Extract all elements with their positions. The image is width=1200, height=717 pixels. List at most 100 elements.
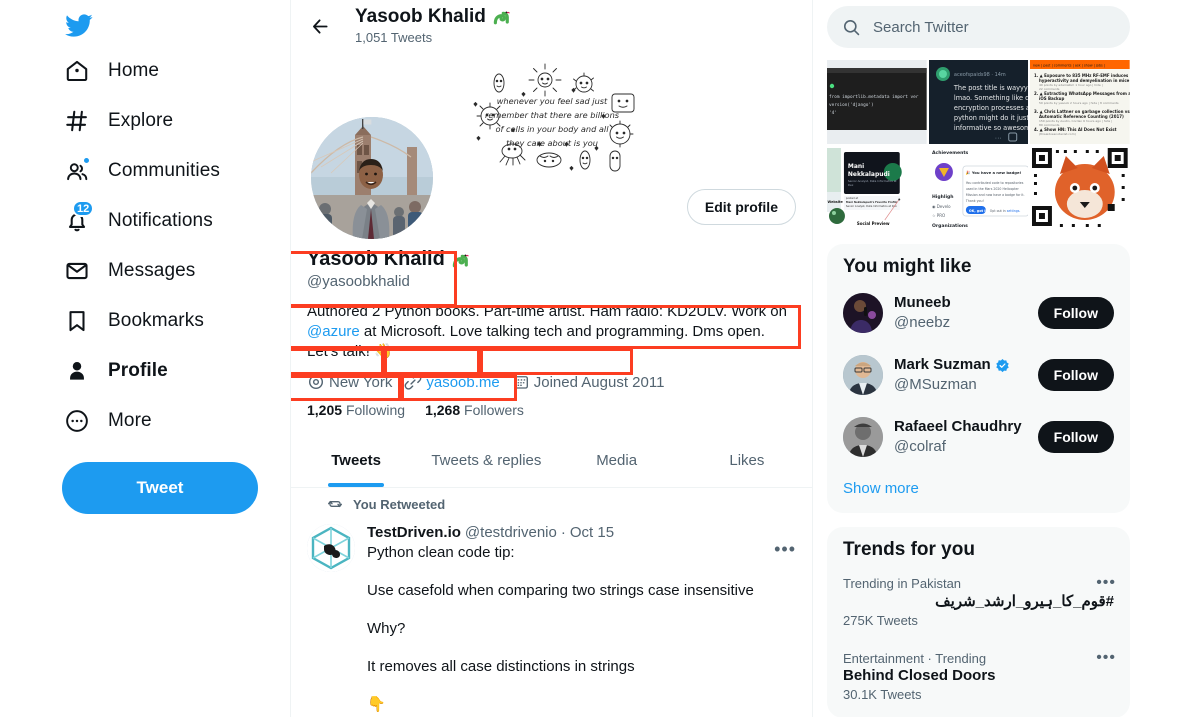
verified-badge-icon <box>995 358 1009 372</box>
profile-joined: Joined August 2011 <box>512 373 664 391</box>
tweet-line-2: Use casefold when comparing two strings … <box>367 582 754 599</box>
more-horizontal-icon[interactable]: ••• <box>774 540 796 558</box>
svg-text:80 comments: 80 comments <box>1039 123 1060 127</box>
svg-text:Mani Nekkalapudi's Favorite Pr: Mani Nekkalapudi's Favorite Profile <box>846 200 898 204</box>
suggested-user-name: Muneeb <box>894 293 951 311</box>
doodle-line-4: they care about is you <box>506 138 598 148</box>
svg-text:used in the Mars 2020 Helicopt: used in the Mars 2020 Helicopter <box>966 187 1020 191</box>
suggested-user-row[interactable]: Mark Suzman @MSuzman Follow <box>827 344 1130 406</box>
trend-category: Trending in Pakistan <box>843 576 962 591</box>
follow-button[interactable]: Follow <box>1037 359 1114 391</box>
doodle-line-2: remember that there are billions <box>484 110 619 120</box>
tweet-author-name[interactable]: TestDriven.io <box>367 524 461 541</box>
profile-meta: New York yasoob.me Joined August 2011 <box>307 373 796 391</box>
trend-name: Behind Closed Doors <box>843 667 996 684</box>
sidebar-item-home[interactable]: Home <box>60 46 290 96</box>
avatar[interactable] <box>307 113 437 243</box>
tweet-body: TestDriven.io @testdrivenio · Oct 15 Pyt… <box>367 524 796 717</box>
banner-doodle: whenever you feel sad just remember that… <box>472 63 634 172</box>
right-sidebar: from importlib.metadata import ver versi… <box>813 0 1177 717</box>
svg-text:Thank you!: Thank you! <box>965 199 984 203</box>
trend-item[interactable]: Trending in Pakistan #قوم_کا_ہیرو_ارشد_ش… <box>827 565 1130 640</box>
waving-hand-emoji: 👋 <box>374 343 393 360</box>
avatar[interactable] <box>843 417 883 457</box>
avatar[interactable] <box>843 293 883 333</box>
hashtag-icon <box>64 108 90 134</box>
profile-tabs: Tweets Tweets & replies Media Likes <box>291 434 812 488</box>
profile-name-text: Yasoob Khalid <box>307 248 445 270</box>
followers-count: 1,268 <box>425 402 461 418</box>
sidebar-item-explore[interactable]: Explore <box>60 96 290 146</box>
media-tile-terminal-code[interactable]: from importlib.metadata import ver versi… <box>827 60 927 144</box>
media-tile-qr-fox-art[interactable] <box>1030 146 1130 230</box>
followers-stat[interactable]: 1,268 Followers <box>425 402 524 418</box>
you-might-like-title: You might like <box>843 256 972 277</box>
search-input[interactable] <box>873 18 1115 36</box>
bio-mention-link[interactable]: @azure <box>307 323 360 340</box>
tab-tweets[interactable]: Tweets <box>291 434 421 487</box>
tweet-button[interactable]: Tweet <box>62 462 258 514</box>
twitter-bird-icon[interactable] <box>60 4 108 46</box>
edit-profile-button[interactable]: Edit profile <box>686 189 796 225</box>
profile-display-name: Yasoob Khalid <box>307 247 796 272</box>
notifications-badge: 12 <box>72 200 95 217</box>
trends-card: Trends for you Trending in Pakistan #قوم… <box>827 527 1130 717</box>
svg-text:Achievements: Achievements <box>932 150 969 156</box>
svg-text:Highligh: Highligh <box>932 194 954 200</box>
media-tile-hacker-news[interactable]: new | past | comments | ask | show | job… <box>1030 60 1130 144</box>
more-horizontal-icon[interactable]: ••• <box>1096 650 1116 666</box>
sidebar-item-messages[interactable]: Messages <box>60 246 290 296</box>
svg-text:Organizations: Organizations <box>932 223 968 229</box>
svg-text:Senior Analyst, Data Informati: Senior Analyst, Data Informatics at Dex <box>846 204 897 208</box>
sidebar-item-bookmarks[interactable]: Bookmarks <box>60 296 290 346</box>
suggested-user-row[interactable]: Rafaeel Chaudhry @colraf Follow <box>827 406 1130 468</box>
following-stat[interactable]: 1,205 Following <box>307 402 405 418</box>
search-bar[interactable] <box>827 6 1130 48</box>
back-arrow-icon[interactable] <box>303 10 337 44</box>
doodle-line-3: of cells in your body and all <box>495 124 609 134</box>
more-horizontal-icon[interactable]: ••• <box>1096 575 1116 591</box>
tab-likes[interactable]: Likes <box>682 434 812 487</box>
suggested-user-handle: @MSuzman <box>894 375 977 393</box>
svg-text:You contributed code to reposi: You contributed code to repositories <box>966 181 1024 185</box>
svg-text:Senior Analyst, Data Informati: Senior Analyst, Data Informatics at <box>848 179 897 183</box>
sidebar-item-communities[interactable]: Communities <box>60 146 290 196</box>
svg-text:Mission and now have a badge f: Mission and now have a badge for it. <box>966 193 1025 197</box>
follow-button[interactable]: Follow <box>1037 421 1114 453</box>
svg-text:Nekkalapudi: Nekkalapudi <box>848 171 890 178</box>
following-label: Following <box>345 402 406 418</box>
tweet-author-avatar[interactable] <box>307 524 355 572</box>
avatar[interactable] <box>843 355 883 395</box>
trend-item[interactable]: Entertainment · Trending Behind Closed D… <box>827 640 1130 714</box>
media-collage[interactable]: from importlib.metadata import ver versi… <box>827 60 1130 230</box>
suggested-user-row[interactable]: Muneeb @neebz Follow <box>827 282 1130 344</box>
sidebar-item-label: Home <box>108 60 160 81</box>
sidebar-item-profile[interactable]: Profile <box>60 346 290 396</box>
link-icon <box>405 374 422 390</box>
sidebar-item-notifications[interactable]: 12 Notifications <box>60 196 290 246</box>
sidebar-item-more[interactable]: More <box>60 396 290 446</box>
sidebar-item-label: Communities <box>108 160 220 181</box>
tweet-separator: · <box>560 524 566 541</box>
tweet-author-handle: @testdrivenio <box>464 524 557 541</box>
retweet-label: You Retweeted <box>353 496 446 512</box>
show-more-link[interactable]: Show more <box>827 468 1130 509</box>
svg-text:Dex: Dex <box>848 183 854 187</box>
svg-text:(thisaidoesnotexist.com): (thisaidoesnotexist.com) <box>1039 132 1076 136</box>
svg-text:Website: Website <box>827 200 843 204</box>
snake-emoji <box>491 7 512 26</box>
tab-media[interactable]: Media <box>552 434 682 487</box>
follow-button[interactable]: Follow <box>1037 297 1114 329</box>
svg-text:version('django'): version('django') <box>829 102 874 108</box>
trend-count: 30.1K Tweets <box>843 687 922 702</box>
profile-website[interactable]: yasoob.me <box>404 373 500 391</box>
bookmark-icon <box>64 308 90 334</box>
media-tile-github-badge[interactable]: Achievements Highligh ◉ Develo ☆ PRO Org… <box>928 146 1029 230</box>
tab-tweets-replies[interactable]: Tweets & replies <box>421 434 551 487</box>
media-tile-social-preview[interactable]: Website Mani Nekkalapudi Senior Analyst,… <box>827 146 927 230</box>
tweet-item[interactable]: TestDriven.io @testdrivenio · Oct 15 Pyt… <box>291 514 812 717</box>
following-count: 1,205 <box>307 402 343 418</box>
media-tile-dark-tweet[interactable]: aceofspaids98 · 14m The post title is wa… <box>928 60 1029 144</box>
tweet-date[interactable]: Oct 15 <box>570 524 614 541</box>
svg-text:The post title is wayyy under: The post title is wayyy under <box>953 84 1029 92</box>
